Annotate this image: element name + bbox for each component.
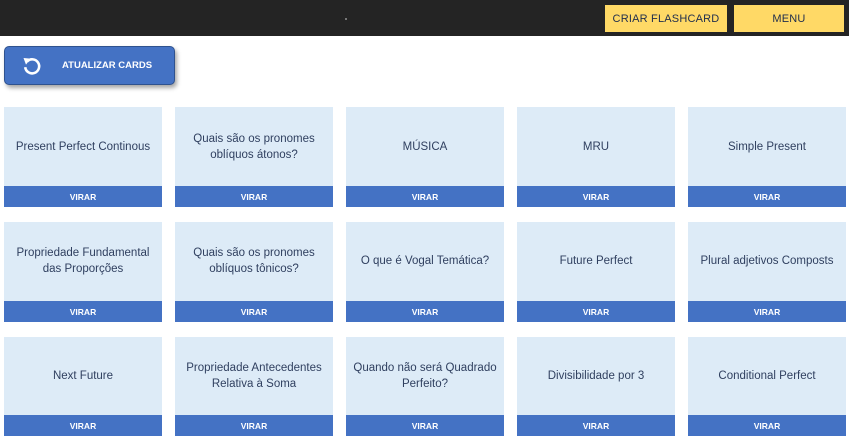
flip-button[interactable]: VIRAR xyxy=(346,415,504,436)
flashcard: Present Perfect Continous VIRAR xyxy=(4,107,162,207)
flashcard: Propriedade Fundamental das Proporções VI… xyxy=(4,222,162,322)
create-flashcard-button[interactable]: CRIAR FLASHCARD xyxy=(605,5,727,32)
top-bar-dot xyxy=(345,18,347,20)
flip-button[interactable]: VIRAR xyxy=(517,415,675,436)
flashcard-question: Propriedade Antecedentes Relativa à Soma xyxy=(186,362,322,390)
flip-button[interactable]: VIRAR xyxy=(346,186,504,207)
flashcard-question: Divisibilidade por 3 xyxy=(547,370,645,382)
flashcard: O que é Vogal Temática? VIRAR xyxy=(346,222,504,322)
flashcard: Quais são os pronomes oblíquos tônicos? V… xyxy=(175,222,333,322)
flashcard: Plural adjetivos Composts VIRAR xyxy=(688,222,846,322)
flip-button[interactable]: VIRAR xyxy=(175,186,333,207)
top-bar: CRIAR FLASHCARD MENU xyxy=(0,0,849,36)
refresh-icon xyxy=(23,58,41,75)
flip-button[interactable]: VIRAR xyxy=(688,415,846,436)
flashcard-question: Present Perfect Continous xyxy=(15,140,151,153)
flashcard-question: Quando não será Quadrado Perfeito? xyxy=(353,362,497,390)
menu-button[interactable]: MENU xyxy=(734,5,844,32)
flashcard: Future Perfect VIRAR xyxy=(517,222,675,322)
flip-button[interactable]: VIRAR xyxy=(346,301,504,322)
flashcard-question: Simple Present xyxy=(728,140,806,153)
flashcard: Divisibilidade por 3 VIRAR xyxy=(517,337,675,436)
flashcard: Simple Present VIRAR xyxy=(688,107,846,207)
flashcard: MRU VIRAR xyxy=(517,107,675,207)
refresh-cards-button[interactable]: ATUALIZAR CARDS xyxy=(4,46,175,85)
flip-button[interactable]: VIRAR xyxy=(688,301,846,322)
flip-button[interactable]: VIRAR xyxy=(175,415,333,436)
flip-button[interactable]: VIRAR xyxy=(175,301,333,322)
flip-button[interactable]: VIRAR xyxy=(688,186,846,207)
flip-button[interactable]: VIRAR xyxy=(4,301,162,322)
flashcard: Propriedade Antecedentes Relativa à Soma… xyxy=(175,337,333,436)
flashcard-question: Quais são os pronomes oblíquos átonos? xyxy=(193,132,315,161)
flashcard: Quais são os pronomes oblíquos átonos? VI… xyxy=(175,107,333,207)
flashcard-question: Propriedade Fundamental das Proporções xyxy=(16,247,150,275)
flashcard-question: MÚSICA xyxy=(402,140,448,153)
flashcard: MÚSICA VIRAR xyxy=(346,107,504,207)
flashcard-question: Quais são os pronomes oblíquos tônicos? xyxy=(193,247,315,275)
flashcard-question: Conditional Perfect xyxy=(718,370,816,382)
flashcard-question: Future Perfect xyxy=(559,255,633,267)
flashcard: Next Future VIRAR xyxy=(4,337,162,436)
flashcard: Conditional Perfect VIRAR xyxy=(688,337,846,436)
flashcard-question: Next Future xyxy=(52,370,114,382)
refresh-cards-label: ATUALIZAR CARDS xyxy=(62,60,153,71)
flashcard: Quando não será Quadrado Perfeito? VIRAR xyxy=(346,337,504,436)
flip-button[interactable]: VIRAR xyxy=(517,186,675,207)
flashcard-question: MRU xyxy=(582,140,610,153)
flip-button[interactable]: VIRAR xyxy=(4,186,162,207)
flashcard-question: O que é Vogal Temática? xyxy=(360,255,490,267)
flip-button[interactable]: VIRAR xyxy=(4,415,162,436)
flashcard-question: Plural adjetivos Composts xyxy=(700,255,834,267)
flip-button[interactable]: VIRAR xyxy=(517,301,675,322)
